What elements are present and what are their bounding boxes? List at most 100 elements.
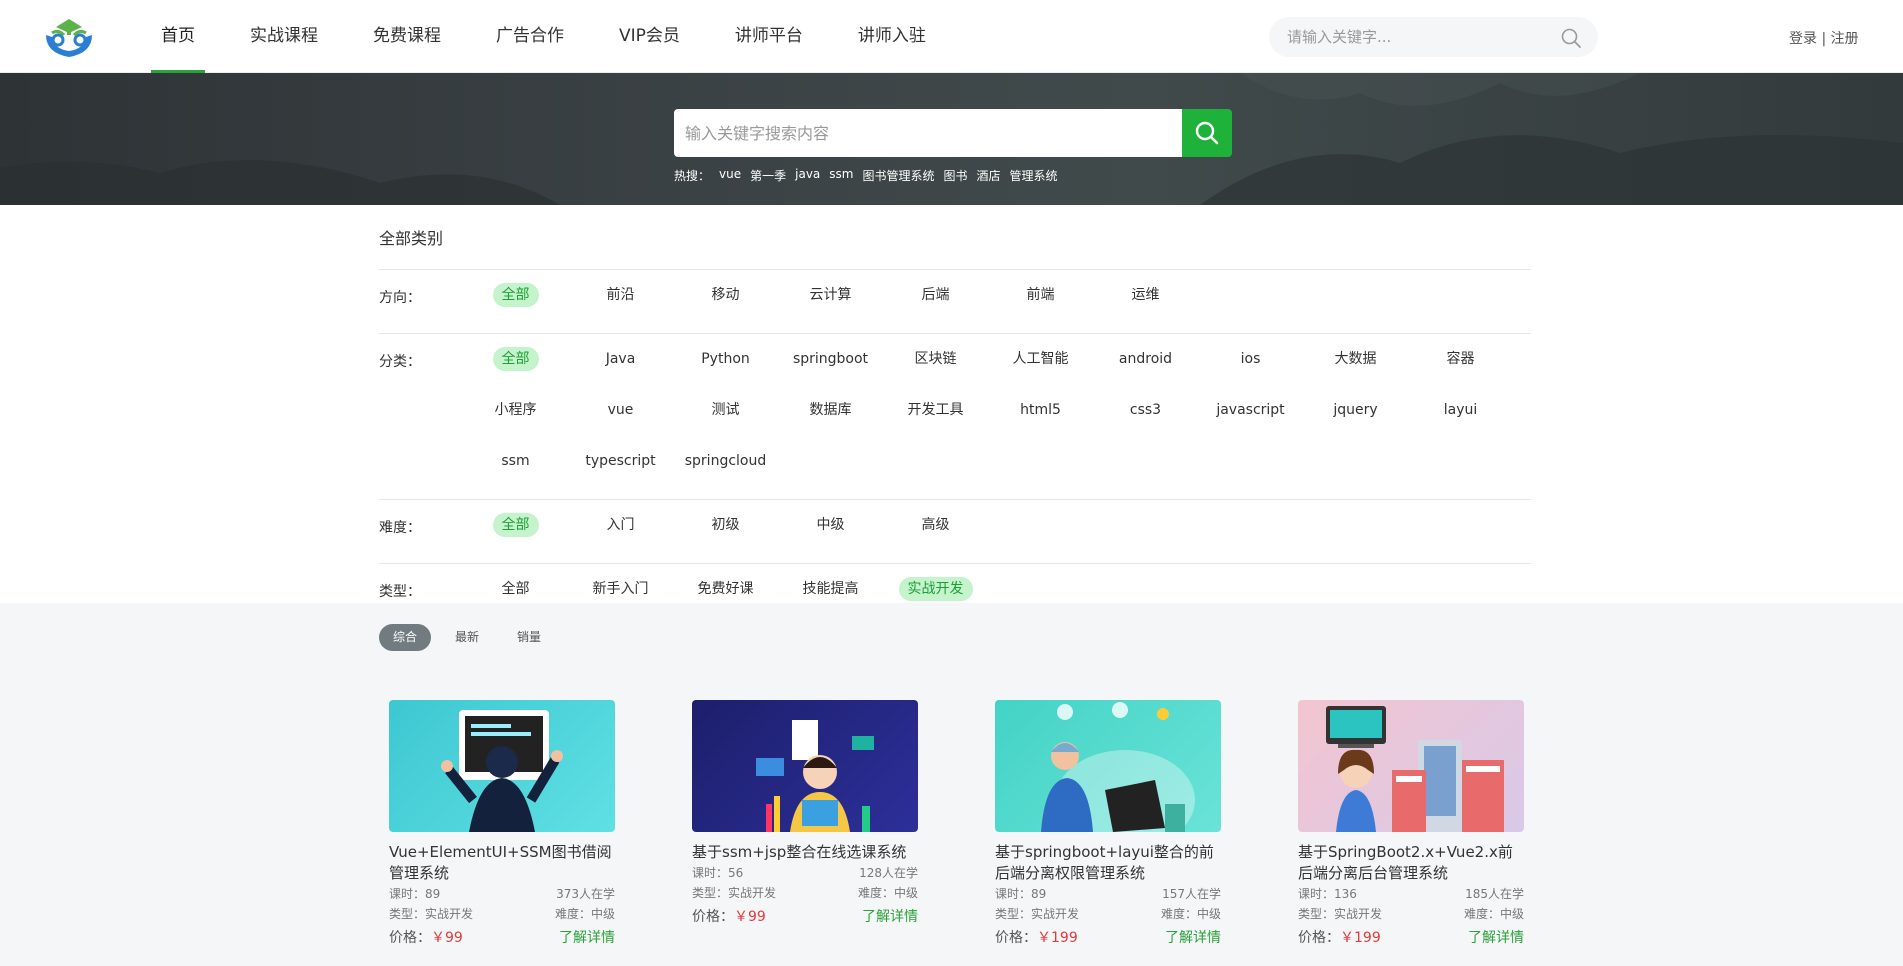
course-detail-link[interactable]: 了解详情: [559, 928, 615, 948]
filter-option[interactable]: 全部: [463, 576, 568, 603]
course-title[interactable]: Vue+ElementUI+SSM图书借阅管理系统: [389, 842, 615, 884]
course-card[interactable]: Vue+ElementUI+SSM图书借阅管理系统 课时：89 373人在学 类型：实…: [389, 700, 615, 948]
filter-option[interactable]: 全部: [463, 282, 568, 309]
filter-option[interactable]: Python: [673, 346, 778, 373]
sort-option[interactable]: 销量: [503, 624, 555, 651]
filter-option[interactable]: css3: [1093, 397, 1198, 424]
course-meta-row: 课时：56 128人在学: [692, 863, 918, 883]
sort-option[interactable]: 综合: [379, 624, 432, 651]
hot-keyword-link[interactable]: 图书: [944, 167, 968, 184]
filter-option[interactable]: Java: [568, 346, 673, 373]
auth-links: 登录 | 注册: [1789, 28, 1859, 48]
filter-option[interactable]: jquery: [1303, 397, 1408, 424]
filter-option[interactable]: 小程序: [463, 397, 568, 424]
course-detail-link[interactable]: 了解详情: [862, 907, 918, 927]
hot-keyword-link[interactable]: 管理系统: [1010, 167, 1058, 184]
filter-option-label: ios: [1240, 351, 1261, 367]
site-logo[interactable]: [38, 13, 100, 61]
course-thumbnail[interactable]: [692, 700, 918, 832]
nav-item[interactable]: 免费课程: [363, 0, 451, 73]
filter-option[interactable]: 高级: [883, 512, 988, 539]
register-link[interactable]: 注册: [1831, 31, 1859, 47]
filter-row-label: 方向：: [379, 290, 421, 306]
header-search-input[interactable]: [1287, 17, 1547, 57]
course-thumbnail[interactable]: [995, 700, 1221, 832]
course-card[interactable]: 基于ssm+jsp整合在线选课系统 课时：56 128人在学 类型：实战开发 难度：中级…: [692, 700, 918, 948]
filter-option[interactable]: 数据库: [778, 397, 883, 424]
hot-keyword-link[interactable]: vue: [719, 167, 741, 184]
course-title[interactable]: 基于springboot+layui整合的前后端分离权限管理系统: [995, 842, 1221, 884]
course-title[interactable]: 基于SpringBoot2.x+Vue2.x前后端分离后台管理系统: [1298, 842, 1524, 884]
hot-keyword-link[interactable]: 图书管理系统: [862, 167, 934, 184]
filter-option[interactable]: 测试: [673, 397, 778, 424]
hot-keyword-link[interactable]: ssm: [829, 167, 853, 184]
nav-item[interactable]: 讲师入驻: [848, 0, 936, 73]
nav-item[interactable]: 讲师平台: [725, 0, 813, 73]
nav-item[interactable]: 广告合作: [486, 0, 574, 73]
filter-option[interactable]: 开发工具: [883, 397, 988, 424]
filter-option[interactable]: 容器: [1408, 346, 1513, 373]
filter-option[interactable]: 初级: [673, 512, 778, 539]
course-meta-row: 类型：实战开发 难度：中级: [389, 904, 615, 924]
filter-option-label: springboot: [792, 351, 869, 367]
filter-option[interactable]: 入门: [568, 512, 673, 539]
filter-option[interactable]: 人工智能: [988, 346, 1093, 373]
filter-option[interactable]: html5: [988, 397, 1093, 424]
header-search: [1269, 17, 1598, 57]
course-title[interactable]: 基于ssm+jsp整合在线选课系统: [692, 842, 918, 863]
filter-option-label: 区块链: [914, 351, 957, 367]
filter-option[interactable]: 云计算: [778, 282, 883, 309]
nav-item[interactable]: 实战课程: [240, 0, 328, 73]
filter-option[interactable]: springcloud: [673, 448, 778, 475]
filter-option[interactable]: 技能提高: [778, 576, 883, 603]
course-detail-link[interactable]: 了解详情: [1468, 928, 1524, 948]
price-label: 价格：: [692, 909, 734, 925]
filter-option-label: Python: [701, 351, 750, 367]
filter-option[interactable]: android: [1093, 346, 1198, 373]
filter-option[interactable]: vue: [568, 397, 673, 424]
filter-option[interactable]: 实战开发: [883, 576, 988, 603]
login-link[interactable]: 登录: [1789, 31, 1817, 47]
course-meta-row: 类型：实战开发 难度：中级: [995, 904, 1221, 924]
filter-option-label: 云计算: [809, 287, 852, 303]
filter-option[interactable]: ios: [1198, 346, 1303, 373]
course-level: 难度：中级: [554, 907, 615, 921]
nav-item[interactable]: VIP会员: [609, 0, 690, 73]
filter-option[interactable]: 后端: [883, 282, 988, 309]
filter-option[interactable]: 区块链: [883, 346, 988, 373]
filter-option[interactable]: 移动: [673, 282, 778, 309]
filter-option-label: Java: [605, 351, 636, 367]
nav-item[interactable]: 首页: [151, 0, 205, 73]
course-card[interactable]: 基于SpringBoot2.x+Vue2.x前后端分离后台管理系统 课时：136 1…: [1298, 700, 1524, 948]
hero-search-input[interactable]: [674, 109, 1182, 157]
filter-option[interactable]: javascript: [1198, 397, 1303, 424]
filter-options: 全部 新手入门 免费好课 技能提高 实战开发: [463, 564, 1531, 627]
filter-option[interactable]: 中级: [778, 512, 883, 539]
course-hours: 课时：136: [1298, 887, 1357, 901]
filter-option[interactable]: springboot: [778, 346, 883, 373]
filter-option[interactable]: typescript: [568, 448, 673, 475]
hero-search-button[interactable]: [1182, 109, 1232, 157]
course-thumbnail[interactable]: [389, 700, 615, 832]
filter-option[interactable]: 大数据: [1303, 346, 1408, 373]
search-icon[interactable]: [1560, 27, 1582, 49]
hot-keyword-link[interactable]: 酒店: [977, 167, 1001, 184]
hot-keyword-link[interactable]: java: [795, 167, 820, 184]
course-card[interactable]: 基于springboot+layui整合的前后端分离权限管理系统 课时：89 157…: [995, 700, 1221, 948]
filter-option-label: 实战开发: [898, 577, 973, 601]
course-detail-link[interactable]: 了解详情: [1165, 928, 1221, 948]
filter-option[interactable]: ssm: [463, 448, 568, 475]
filter-option[interactable]: 前沿: [568, 282, 673, 309]
course-type: 类型：实战开发: [389, 907, 474, 921]
filter-option[interactable]: 全部: [463, 346, 568, 373]
filter-option[interactable]: 全部: [463, 512, 568, 539]
filter-option[interactable]: 免费好课: [673, 576, 778, 603]
filter-option[interactable]: layui: [1408, 397, 1513, 424]
hot-keyword-link[interactable]: 第一季: [750, 167, 786, 184]
course-learners: 128人在学: [859, 866, 918, 880]
filter-option[interactable]: 前端: [988, 282, 1093, 309]
filter-option[interactable]: 新手入门: [568, 576, 673, 603]
course-thumbnail[interactable]: [1298, 700, 1524, 832]
sort-option[interactable]: 最新: [441, 624, 493, 651]
filter-option[interactable]: 运维: [1093, 282, 1198, 309]
